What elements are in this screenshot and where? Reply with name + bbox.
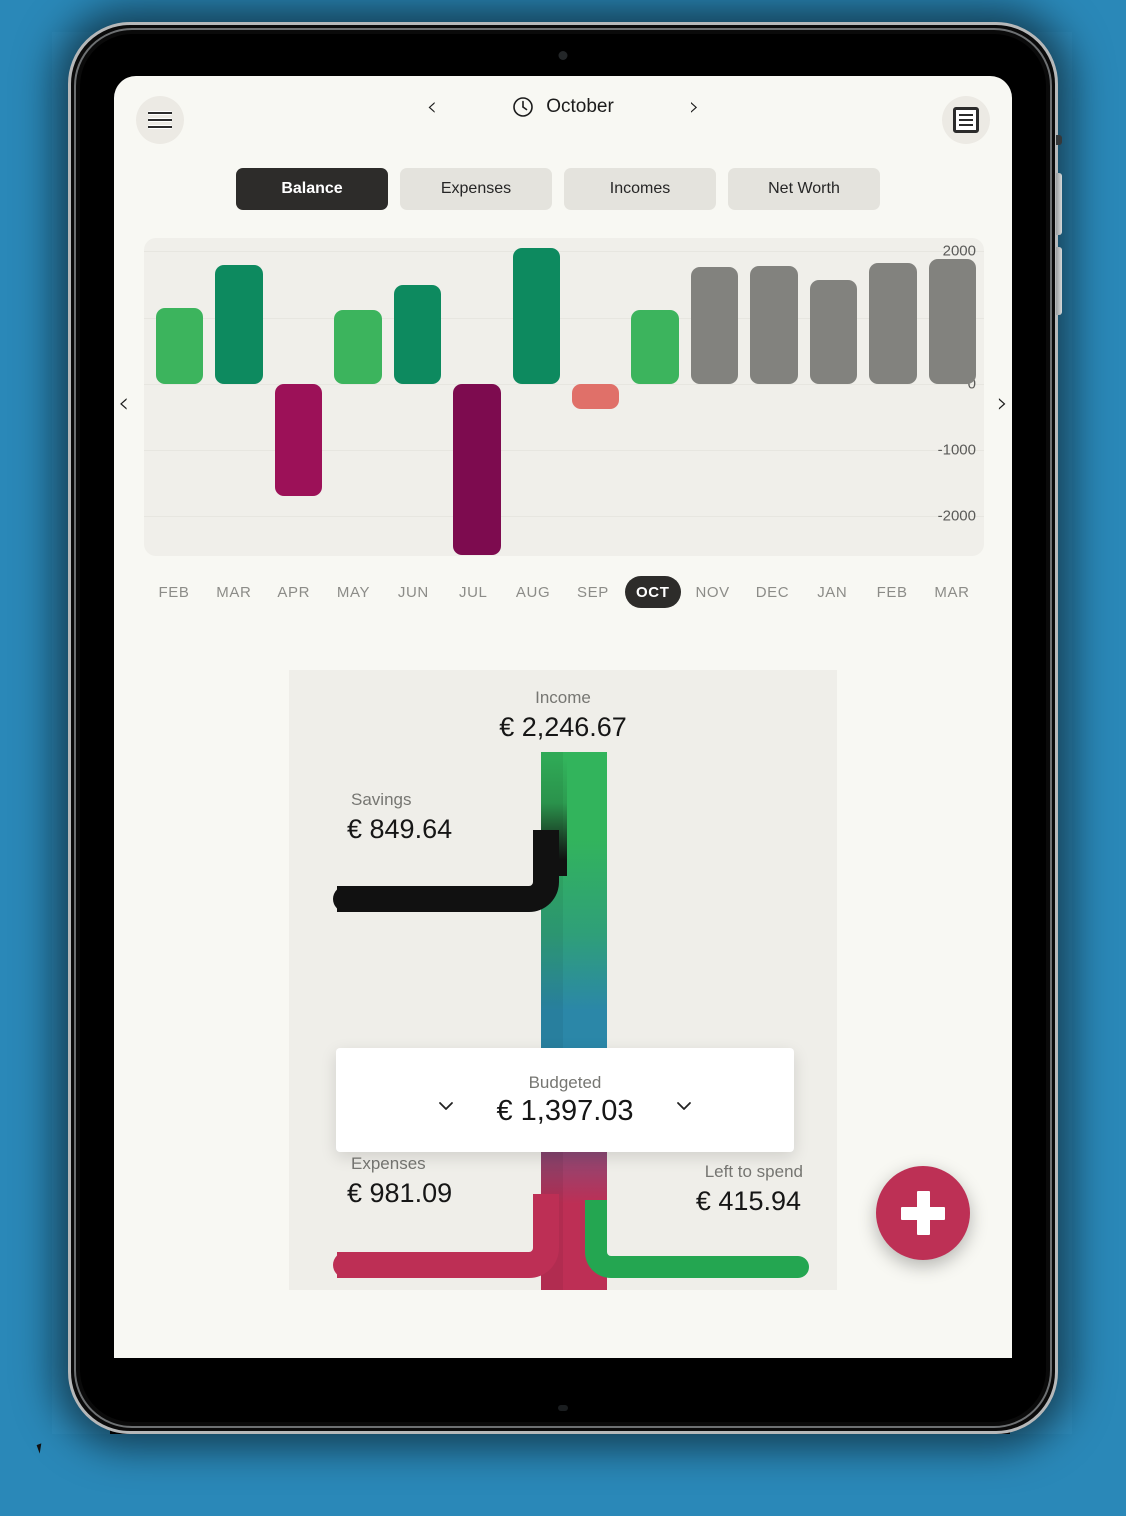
month-chip-3[interactable]: MAY (326, 576, 382, 608)
chart-scroll-left-button[interactable]: ‹ (118, 386, 129, 419)
y-axis-tick-0: 2000 (942, 242, 976, 260)
volume-down-button[interactable] (1056, 247, 1062, 315)
month-chip-9[interactable]: NOV (685, 576, 741, 608)
gridline--2000 (144, 516, 984, 518)
bar-aug-6[interactable] (512, 247, 561, 384)
tab-balance[interactable]: Balance (236, 168, 388, 210)
month-chip-13[interactable]: MAR (924, 576, 980, 608)
chevron-down-icon-right[interactable] (674, 1096, 694, 1116)
balance-bar-chart[interactable]: 200010000-1000-2000 (144, 238, 984, 556)
home-indicator (558, 1405, 568, 1411)
month-chip-0[interactable]: FEB (146, 576, 202, 608)
savings-label: Savings (351, 790, 412, 809)
budgeted-text: Budgeted € 1,397.03 (496, 1073, 633, 1128)
expenses-value: € 981.09 (347, 1178, 453, 1208)
bar-nov-9[interactable] (690, 267, 739, 384)
tab-net-worth[interactable]: Net Worth (728, 168, 880, 210)
month-chip-2[interactable]: APR (266, 576, 322, 608)
month-chip-7[interactable]: SEP (565, 576, 621, 608)
cashflow-diagram: Income € 2,246.67 Savings € 849.64 Expen… (289, 670, 837, 1290)
month-chip-10[interactable]: DEC (744, 576, 800, 608)
month-selector: FEB MAR APR MAY JUN JUL AUG SEP OCT NOV DEC JAN FEB M… (114, 576, 1012, 608)
budgeted-label: Budgeted (528, 1072, 602, 1092)
y-axis-tick-3: -1000 (937, 441, 976, 459)
savings-flow-cap (333, 886, 359, 912)
gridline-0 (144, 383, 984, 385)
bar-sep-7[interactable] (571, 383, 620, 409)
bar-jan-11[interactable] (809, 279, 858, 384)
tab-expenses[interactable]: Expenses (400, 168, 552, 210)
income-label: Income (535, 688, 591, 707)
bar-jul-5[interactable] (453, 383, 501, 555)
bar-feb-12[interactable] (869, 262, 917, 384)
view-tabs: Balance Expenses Incomes Net Worth (114, 158, 1012, 210)
add-transaction-button[interactable] (876, 1166, 970, 1260)
budgeted-card[interactable]: Budgeted € 1,397.03 (336, 1048, 794, 1152)
chart-scroll-right-button[interactable]: › (997, 386, 1008, 419)
period-navigator: ‹ October › (114, 94, 1012, 120)
bar-feb-0[interactable] (155, 307, 204, 384)
previous-period-button[interactable]: ‹ (427, 94, 437, 120)
left-to-spend-value: € 415.94 (695, 1186, 801, 1216)
bar-dec-10[interactable] (750, 265, 798, 384)
left-to-spend-label: Left to spend (704, 1162, 803, 1181)
expenses-flow-cap (333, 1252, 359, 1278)
period-display[interactable]: October (473, 96, 653, 118)
gridline-2000 (144, 251, 984, 253)
bar-jun-4[interactable] (393, 285, 442, 384)
bar-oct-8[interactable] (631, 310, 679, 384)
next-period-button[interactable]: › (689, 94, 699, 120)
expenses-label: Expenses (351, 1154, 426, 1173)
balance-chart-section: 200010000-1000-2000 ‹ › (114, 238, 1012, 568)
tab-incomes[interactable]: Incomes (564, 168, 716, 210)
plus-icon-vertical (916, 1191, 930, 1235)
savings-value: € 849.64 (347, 814, 453, 844)
left-to-spend-flow-cap (787, 1256, 809, 1278)
gridline--1000 (144, 450, 984, 451)
income-value: € 2,246.67 (499, 712, 627, 742)
bar-may-3[interactable] (334, 309, 382, 384)
y-axis-tick-4: -2000 (937, 507, 976, 525)
report-list-icon (953, 107, 979, 133)
power-button[interactable] (1056, 135, 1062, 145)
month-chip-12[interactable]: FEB (864, 576, 920, 608)
month-chip-1[interactable]: MAR (206, 576, 262, 608)
front-camera (558, 51, 568, 60)
clock-icon (513, 97, 534, 117)
budgeted-value: € 1,397.03 (496, 1094, 634, 1127)
app-screen: ‹ October › Balance Expenses Incomes Net Wo… (114, 76, 1012, 1358)
month-chip-5[interactable]: JUL (445, 576, 501, 608)
month-chip-11[interactable]: JAN (804, 576, 860, 608)
month-chip-8[interactable]: OCT (624, 576, 681, 608)
gridline-1000 (144, 317, 984, 319)
bar-apr-2[interactable] (274, 383, 323, 497)
app-header: ‹ October › (114, 76, 1012, 158)
bar-mar-13[interactable] (928, 259, 977, 384)
chevron-down-icon-left[interactable] (436, 1096, 456, 1116)
period-label: October (546, 96, 614, 117)
report-button[interactable] (942, 96, 990, 144)
bar-mar-1[interactable] (215, 264, 263, 384)
month-chip-6[interactable]: AUG (505, 576, 561, 608)
mouse-cursor (36, 1443, 45, 1454)
volume-up-button[interactable] (1056, 173, 1062, 235)
month-chip-4[interactable]: JUN (385, 576, 441, 608)
